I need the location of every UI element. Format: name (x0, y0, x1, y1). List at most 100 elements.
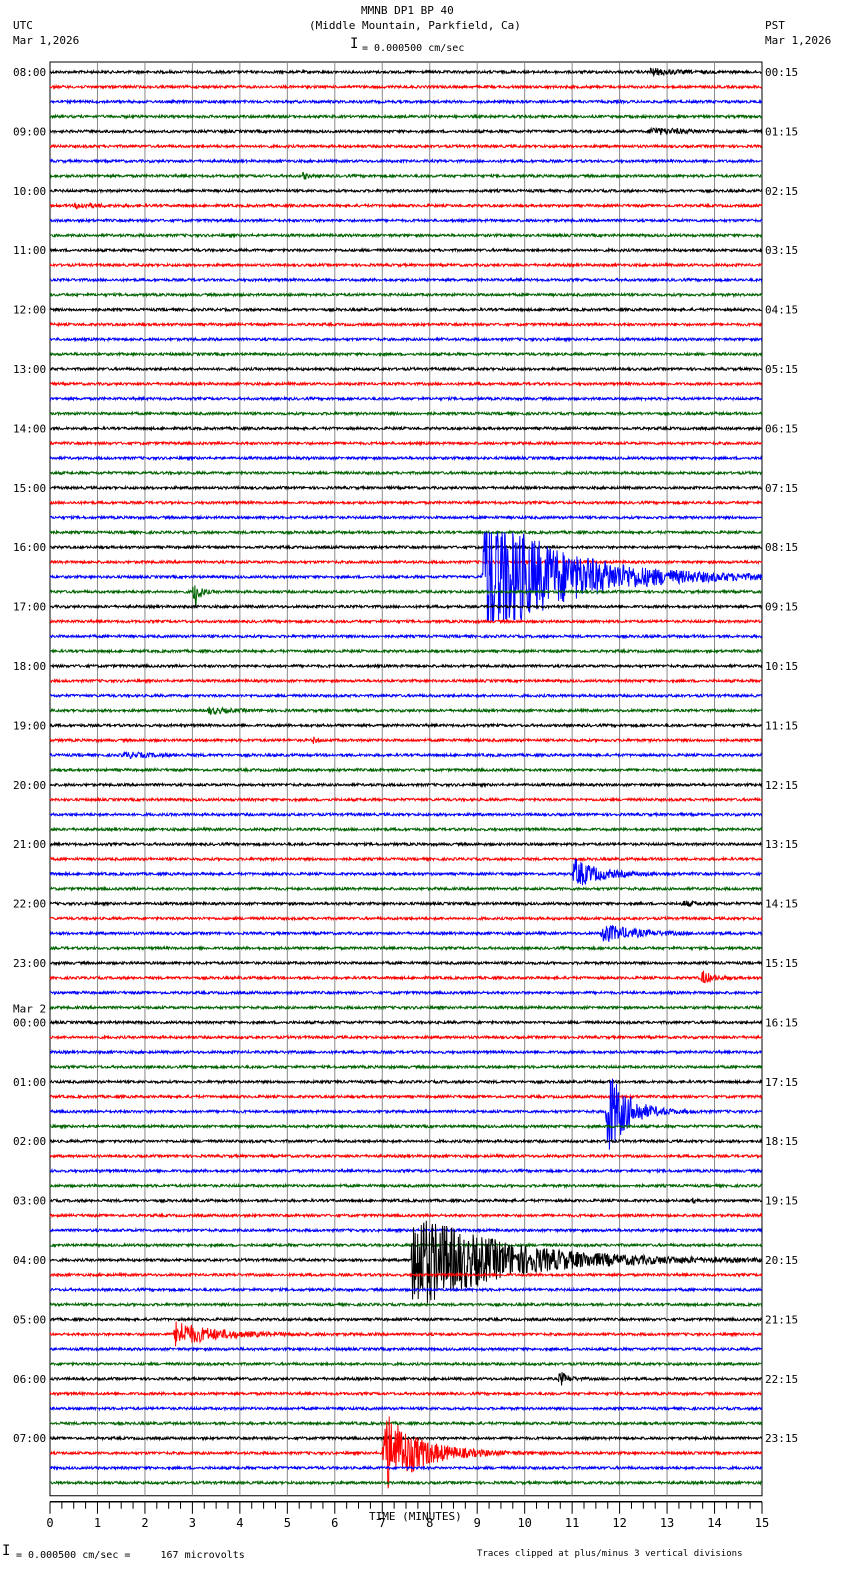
trace-line (49, 365, 763, 373)
footer-scale-icon: I (2, 1543, 11, 1559)
trace-line (49, 647, 763, 655)
utc-hour-label: 17:00 (13, 601, 46, 614)
trace-line (49, 1063, 763, 1071)
trace-line (49, 1152, 763, 1160)
pst-hour-label: 18:15 (765, 1135, 798, 1148)
pst-hour-label: 21:15 (765, 1313, 798, 1326)
trace-line (49, 232, 763, 239)
pst-hour-label: 08:15 (765, 541, 798, 554)
trace-line (49, 1479, 763, 1486)
trace-line (49, 350, 763, 358)
footer-scale: = 0.000500 cm/sec = 167 microvolts (16, 1550, 245, 1561)
trace-line (49, 970, 763, 984)
trace-line (49, 1197, 763, 1205)
utc-hour-label: 04:00 (13, 1254, 46, 1267)
utc-hour-label: 21:00 (13, 838, 46, 851)
trace-line (49, 840, 763, 848)
trace-line (49, 440, 763, 447)
utc-hour-label: 11:00 (13, 244, 46, 257)
pst-hour-label: 00:15 (765, 66, 798, 79)
trace-line (49, 662, 763, 670)
trace-line (49, 925, 763, 942)
pst-hour-label: 16:15 (765, 1016, 798, 1029)
utc-hour-label: 06:00 (13, 1373, 46, 1386)
trace-line (49, 1034, 763, 1041)
pst-hour-label: 02:15 (765, 185, 798, 198)
x-tick-label: 13 (660, 1516, 674, 1530)
trace-line (49, 261, 763, 269)
x-tick-label: 14 (707, 1516, 721, 1530)
trace-line (49, 1241, 763, 1249)
trace-line (49, 291, 763, 298)
trace-line (49, 1345, 763, 1353)
trace-line (49, 1212, 763, 1219)
utc-hour-label: 07:00 (13, 1432, 46, 1445)
trace-line (49, 67, 762, 78)
trace-line (49, 543, 763, 551)
trace-line (49, 1167, 763, 1175)
utc-hour-label: 05:00 (13, 1313, 46, 1326)
x-tick-label: 6 (331, 1516, 338, 1530)
trace-line (49, 276, 763, 284)
trace-line (49, 885, 763, 892)
pst-hour-label: 23:15 (765, 1432, 798, 1445)
trace-line (49, 706, 763, 715)
trace-line (49, 618, 763, 625)
trace-line (49, 1078, 763, 1150)
utc-hour-label: 18:00 (13, 660, 46, 673)
trace-line (49, 321, 763, 328)
pst-hour-label: 10:15 (765, 660, 798, 673)
utc-hour-label: 15:00 (13, 482, 46, 495)
utc-hour-label: 16:00 (13, 541, 46, 554)
trace-line (49, 529, 763, 536)
trace-line (49, 1227, 763, 1234)
pst-hour-label: 05:15 (765, 363, 798, 376)
trace-line (49, 959, 763, 967)
trace-line (49, 858, 763, 886)
trace-line (49, 1078, 763, 1086)
trace-line (49, 585, 763, 606)
trace-line (49, 157, 763, 165)
trace-line (49, 514, 763, 521)
utc-hour-label: 20:00 (13, 779, 46, 792)
trace-line (49, 1321, 763, 1347)
pst-hour-label: 11:15 (765, 719, 798, 732)
trace-line (49, 1004, 763, 1011)
pst-hour-label: 14:15 (765, 898, 798, 911)
trace-line (49, 722, 763, 729)
utc-hour-label: 22:00 (13, 898, 46, 911)
x-tick-label: 3 (189, 1516, 196, 1530)
trace-line (49, 1019, 763, 1026)
trace-line (49, 900, 763, 908)
trace-line (49, 1286, 763, 1293)
trace-line (49, 171, 763, 180)
trace-line (49, 944, 763, 952)
utc-hour-label: 19:00 (13, 719, 46, 732)
trace-line (49, 306, 762, 313)
pst-hour-label: 15:15 (765, 957, 798, 970)
trace-line (49, 677, 763, 685)
trace-line (49, 558, 763, 566)
pst-hour-label: 03:15 (765, 244, 798, 257)
trace-line (49, 796, 763, 803)
utc-hour-label: 23:00 (13, 957, 46, 970)
trace-line (49, 187, 763, 194)
trace-line (49, 989, 763, 996)
trace-line (49, 336, 763, 343)
trace-line (49, 1416, 763, 1489)
trace-line (49, 736, 763, 744)
utc-hour-label: 03:00 (13, 1195, 46, 1208)
utc-hour-label: 01:00 (13, 1076, 46, 1089)
trace-line (49, 826, 763, 833)
pst-hour-label: 22:15 (765, 1373, 798, 1386)
trace-line (50, 1405, 763, 1412)
x-tick-label: 9 (474, 1516, 481, 1530)
trace-line (49, 781, 763, 789)
trace-line (49, 1048, 763, 1056)
pst-hour-label: 04:15 (765, 304, 798, 317)
pst-hour-label: 07:15 (765, 482, 798, 495)
trace-line (49, 469, 762, 477)
x-tick-label: 10 (517, 1516, 531, 1530)
trace-line (49, 603, 763, 610)
trace-line (49, 380, 763, 388)
